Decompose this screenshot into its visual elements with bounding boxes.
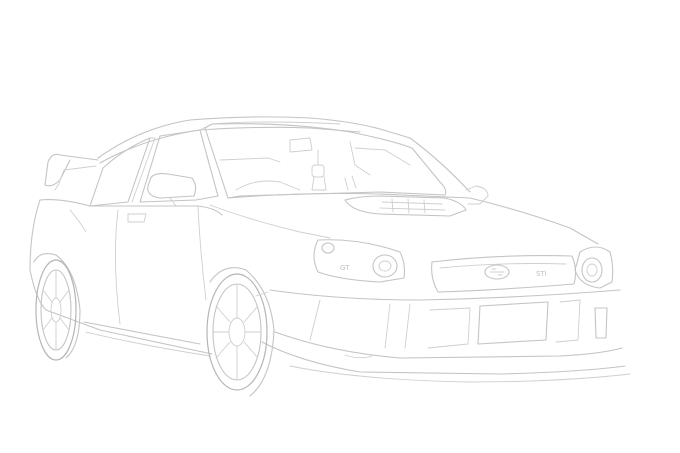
left-headlight: GT	[313, 239, 406, 283]
roof-outline	[97, 116, 471, 193]
grille-badge-text: STi	[536, 270, 547, 278]
hanging-air-freshener	[311, 149, 357, 191]
body-side	[29, 199, 223, 357]
front-grille: STi	[431, 255, 577, 293]
line-art-canvas: GT STi	[0, 0, 680, 453]
rear-side-window	[89, 137, 156, 207]
front-wheel	[206, 267, 275, 397]
rear-wheel	[33, 253, 81, 361]
front-bumper	[261, 289, 631, 383]
right-headlight	[574, 246, 614, 289]
car-line-drawing: GT STi	[29, 116, 631, 397]
headlight-badge-text: GT	[340, 264, 350, 272]
license-plate	[477, 301, 549, 345]
rear-spoiler	[44, 153, 99, 191]
